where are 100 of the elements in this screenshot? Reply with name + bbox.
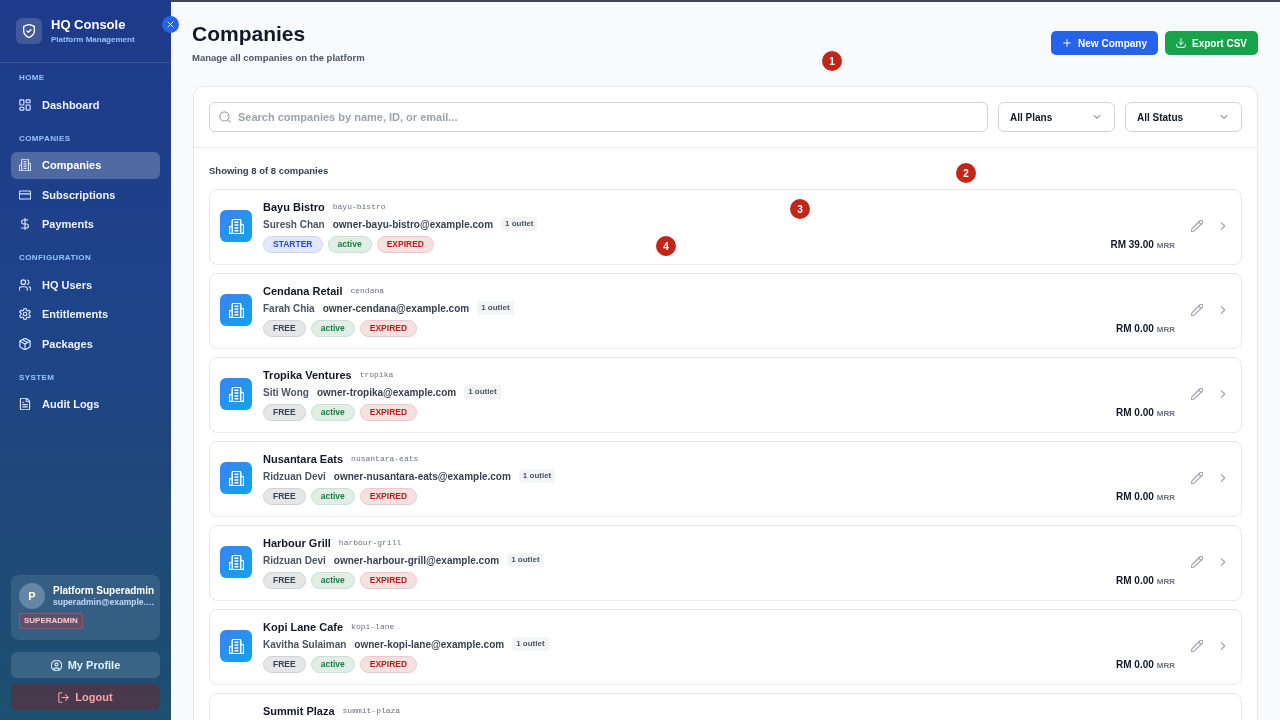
mrr-label: MRR	[1156, 575, 1175, 588]
dollar-icon	[19, 218, 31, 230]
sidebar-item[interactable]: Dashboard	[11, 91, 160, 118]
company-slug: tropika	[359, 370, 394, 380]
status-tag: active	[327, 235, 372, 253]
mrr-label: MRR	[1156, 659, 1175, 672]
pencil-icon	[1191, 220, 1203, 233]
pencil-icon	[1191, 640, 1203, 653]
profile-button[interactable]: My Profile	[11, 652, 160, 678]
sidebar-item[interactable]: Payments	[11, 210, 160, 238]
status-tag: FREE	[263, 403, 306, 421]
company-card[interactable]: Cendana Retail cendana Farah Chia owner-cendana@example.com 1 outlet FREE active EXPIRED RM 0.00 MRR	[209, 273, 1242, 349]
owner-email: owner-harbour-grill@example.com	[333, 553, 500, 567]
page-title: Companies	[192, 21, 306, 47]
mrr-amount: RM 0.00	[1116, 321, 1154, 336]
owner-name: Suresh Chan	[263, 217, 325, 231]
section-label: SYSTEM	[19, 371, 55, 384]
company-slug: cendana	[350, 286, 385, 296]
mrr-label: MRR	[1156, 491, 1175, 504]
company-name: Kopi Lane Cafe	[263, 620, 344, 634]
company-slug: harbour-grill	[338, 538, 402, 548]
status-tag: active	[310, 319, 355, 337]
owner-email: owner-cendana@example.com	[322, 301, 470, 315]
filter-dropdown[interactable]: All Plans	[998, 102, 1115, 132]
owner-name: Ridzuan Devi	[263, 553, 326, 567]
filter-dropdown[interactable]: All Status	[1125, 102, 1242, 132]
building-icon	[220, 210, 252, 243]
edit-button[interactable]	[1191, 640, 1203, 653]
edit-button[interactable]	[1191, 388, 1203, 401]
edit-button[interactable]	[1191, 220, 1203, 233]
shield-icon	[16, 18, 42, 44]
chevron-down-icon	[1092, 112, 1102, 122]
user-avatar: P	[19, 583, 45, 609]
outlet-count: 1 outlet	[477, 301, 514, 315]
sidebar-item[interactable]: Subscriptions	[11, 181, 160, 208]
edit-button[interactable]	[1191, 556, 1203, 569]
status-tag: FREE	[263, 319, 306, 337]
logout-button[interactable]: Logout	[11, 684, 160, 710]
outlet-count: 1 outlet	[464, 385, 501, 399]
sidebar-item[interactable]: Companies	[11, 151, 160, 179]
company-card[interactable]: Harbour Grill harbour-grill Ridzuan Devi owner-harbour-grill@example.com 1 outlet FREE active EXPIRED RM 0.00 MRR	[209, 525, 1242, 601]
sidebar-item[interactable]: Audit Logs	[11, 390, 160, 418]
outlet-count: 1 outlet	[512, 637, 549, 651]
sidebar-item[interactable]: Entitlements	[11, 300, 160, 328]
company-name: Harbour Grill	[263, 536, 331, 550]
status-tag: EXPIRED	[359, 571, 418, 589]
status-tag: FREE	[263, 487, 306, 505]
edit-button[interactable]	[1191, 304, 1203, 317]
status-tag: active	[310, 571, 355, 589]
user-name: Platform Superadmin	[53, 584, 155, 597]
building-icon	[220, 462, 252, 495]
mrr-amount: RM 39.00	[1110, 237, 1154, 252]
status-tag: EXPIRED	[359, 319, 418, 337]
pencil-icon	[1191, 388, 1203, 401]
building-icon	[220, 378, 252, 411]
app-title: HQ Console	[51, 17, 126, 33]
gear-icon	[19, 308, 31, 320]
chevron-down-icon	[1219, 112, 1229, 122]
mrr-amount: RM 0.00	[1116, 573, 1154, 588]
section-label: HOME	[19, 72, 45, 84]
section-label: CONFIGURATION	[19, 252, 92, 264]
owner-email: owner-tropika@example.com	[316, 385, 457, 399]
owner-name: Ridzuan Devi	[263, 469, 326, 483]
document-icon	[19, 398, 31, 410]
edit-button[interactable]	[1191, 472, 1203, 485]
search-field[interactable]: Search companies by name, ID, or email...	[209, 102, 988, 132]
status-tag: EXPIRED	[376, 235, 434, 253]
status-tag: active	[310, 655, 355, 673]
company-slug: kopi-lane	[351, 622, 395, 632]
credit-card-icon	[19, 188, 31, 201]
outlet-count: 1 outlet	[507, 553, 544, 567]
owner-name: Siti Wong	[263, 385, 309, 399]
logout-icon	[58, 691, 70, 703]
company-name: Cendana Retail	[263, 284, 343, 298]
status-tag: EXPIRED	[359, 403, 418, 421]
owner-name: Farah Chia	[263, 301, 315, 315]
role-tag: SUPERADMIN	[19, 613, 83, 629]
status-tag: FREE	[263, 655, 306, 673]
pencil-icon	[1191, 472, 1203, 485]
status-tag: STARTER	[263, 235, 323, 253]
close-button[interactable]	[162, 16, 179, 33]
company-card[interactable]: Tropika Ventures tropika Siti Wong owner-tropika@example.com 1 outlet FREE active EXPIRED RM 0.00 MRR	[209, 357, 1242, 433]
new-button[interactable]: New Company	[1051, 31, 1158, 55]
users-icon	[19, 278, 31, 291]
search-icon	[219, 111, 231, 123]
mrr-label: MRR	[1156, 239, 1175, 252]
sidebar-item[interactable]: HQ Users	[11, 271, 160, 298]
user-email: superadmin@example.…	[53, 597, 155, 608]
close-icon	[166, 20, 175, 29]
company-card[interactable]: Nusantara Eats nusantara-eats Ridzuan Devi owner-nusantara-eats@example.com 1 outlet FREE active EXPIRED RM 0.00 MRR	[209, 441, 1242, 517]
sidebar-item[interactable]: Packages	[11, 330, 160, 357]
outlet-count: 1 outlet	[501, 217, 538, 231]
result-count: Showing 8 of 8 companies	[209, 164, 329, 177]
company-card[interactable]: Summit Plaza summit-plaza	[209, 693, 1242, 720]
company-card[interactable]: Kopi Lane Cafe kopi-lane Kavitha Sulaiman owner-kopi-lane@example.com 1 outlet FREE active EXPIRED RM 0.00 MRR	[209, 609, 1242, 685]
status-tag: active	[310, 403, 355, 421]
mrr-amount: RM 0.00	[1116, 657, 1154, 672]
page-subtitle: Manage all companies on the platform	[192, 51, 365, 64]
company-name: Nusantara Eats	[263, 452, 344, 466]
building-icon	[220, 630, 252, 663]
